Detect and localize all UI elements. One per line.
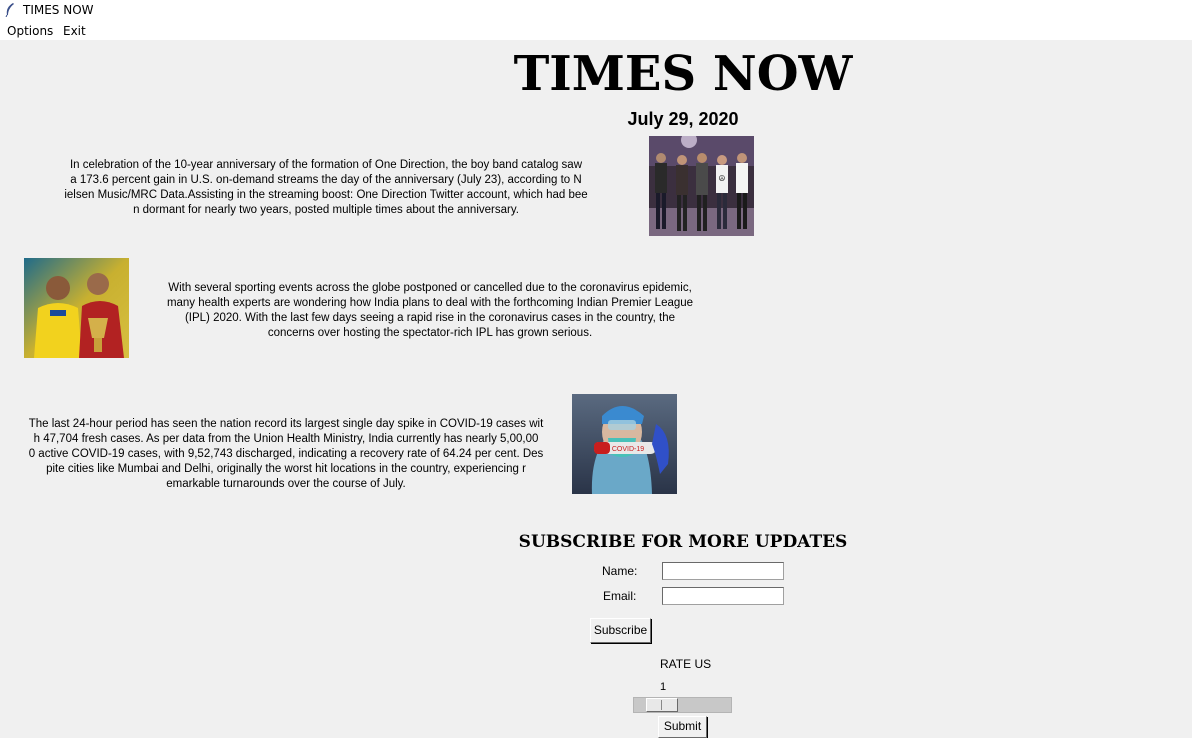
story-line: concerns over hosting the spectator-rich…	[267, 327, 593, 339]
story-line: emarkable turnarounds over the course of…	[166, 478, 406, 490]
subscribe-button[interactable]: Subscribe	[590, 618, 651, 643]
masthead-title: TIMES NOW	[513, 46, 853, 102]
tk-feather-icon	[5, 3, 14, 17]
story-ipl: With several sporting events across the …	[150, 281, 710, 341]
menu-exit[interactable]: Exit	[63, 24, 86, 38]
subscribe-heading: SUBSCRIBE FOR MORE UPDATES	[518, 532, 848, 552]
rating-submit-button[interactable]: Submit	[658, 716, 707, 738]
story-one-direction: In celebration of the 10-year anniversar…	[50, 158, 602, 218]
one-direction-photo: ☮	[649, 136, 754, 236]
story-line: many health experts are wondering how In…	[166, 297, 694, 309]
name-label: Name:	[602, 564, 638, 578]
story-line: n dormant for nearly two years, posted m…	[133, 204, 519, 216]
ipl-cricketers-photo	[24, 258, 129, 358]
story-line: ielsen Music/MRC Data.Assisting in the s…	[64, 189, 588, 201]
covid-test-photo: COVID-19	[572, 394, 677, 494]
window-title: TIMES NOW	[23, 3, 94, 17]
name-input[interactable]	[662, 562, 784, 580]
menu-options[interactable]: Options	[7, 24, 53, 38]
title-bar: TIMES NOW	[0, 0, 1192, 20]
story-line: In celebration of the 10-year anniversar…	[69, 159, 583, 171]
story-line: 0 active COVID-19 cases, with 9,52,743 d…	[28, 448, 544, 460]
email-input[interactable]	[662, 587, 784, 605]
story-line: The last 24-hour period has seen the nat…	[28, 418, 544, 430]
svg-text:☮: ☮	[718, 174, 725, 183]
story-line: a 173.6 percent gain in U.S. on-demand s…	[70, 174, 582, 186]
menu-bar: Options Exit	[0, 20, 1192, 40]
story-line: h 47,704 fresh cases. As per data from t…	[33, 433, 539, 445]
rating-slider-handle[interactable]	[646, 698, 678, 712]
story-line: pite cities like Mumbai and Delhi, origi…	[46, 463, 526, 475]
story-line: (IPL) 2020. With the last few days seein…	[184, 312, 676, 324]
email-label: Email:	[603, 589, 637, 603]
story-covid: The last 24-hour period has seen the nat…	[20, 417, 552, 492]
dateline: July 29, 2020	[627, 109, 739, 129]
rating-scale-value: 1	[660, 681, 667, 693]
test-tube-label: COVID-19	[612, 446, 644, 453]
story-line: With several sporting events across the …	[168, 282, 692, 294]
rate-us-label: RATE US	[660, 657, 712, 671]
